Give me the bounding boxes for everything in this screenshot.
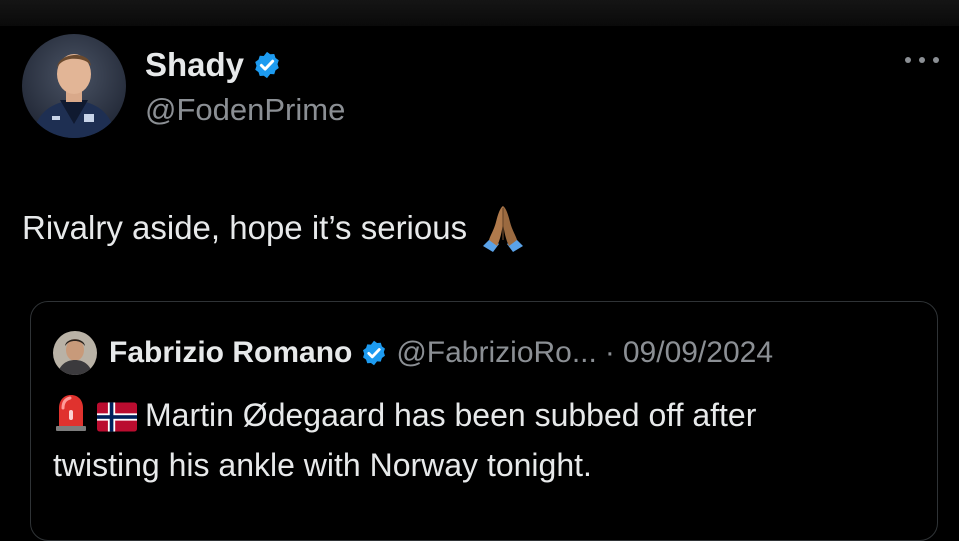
tweet: Shady @FodenPrime Rivalry aside, hope it… [0,26,959,541]
avatar[interactable] [22,34,126,138]
top-bar [0,0,959,26]
verified-badge-icon [252,50,282,80]
quoted-tweet-card[interactable]: Fabrizio Romano @FabrizioRo... · 09/09/2… [30,301,938,541]
folded-hands-icon [477,202,529,254]
quoted-text-line-1: Martin Ødegaard has been subbed off afte… [145,397,757,433]
separator-dot: · [604,336,615,369]
norway-flag-icon [97,399,137,443]
quoted-tweet-header: Fabrizio Romano @FabrizioRo... · 09/09/2… [53,331,773,375]
quoted-author-avatar[interactable] [53,331,97,375]
author-name-row[interactable]: Shady [145,46,282,84]
quoted-author-handle[interactable]: @FabrizioRo... [396,336,597,370]
siren-icon [53,392,89,443]
quoted-tweet-date[interactable]: 09/09/2024 [623,336,773,370]
tweet-text-row: Rivalry aside, hope it’s serious [22,202,529,254]
tweet-text: Rivalry aside, hope it’s serious [22,209,468,246]
author-display-name[interactable]: Shady [145,46,244,84]
quoted-tweet-text: Martin Ødegaard has been subbed off afte… [53,392,913,487]
more-options-icon[interactable] [905,54,939,66]
quoted-text-line-2: twisting his ankle with Norway tonight. [53,447,592,483]
quoted-verified-badge-icon [360,339,388,367]
quoted-author-name[interactable]: Fabrizio Romano [109,336,352,370]
author-handle[interactable]: @FodenPrime [145,92,345,128]
